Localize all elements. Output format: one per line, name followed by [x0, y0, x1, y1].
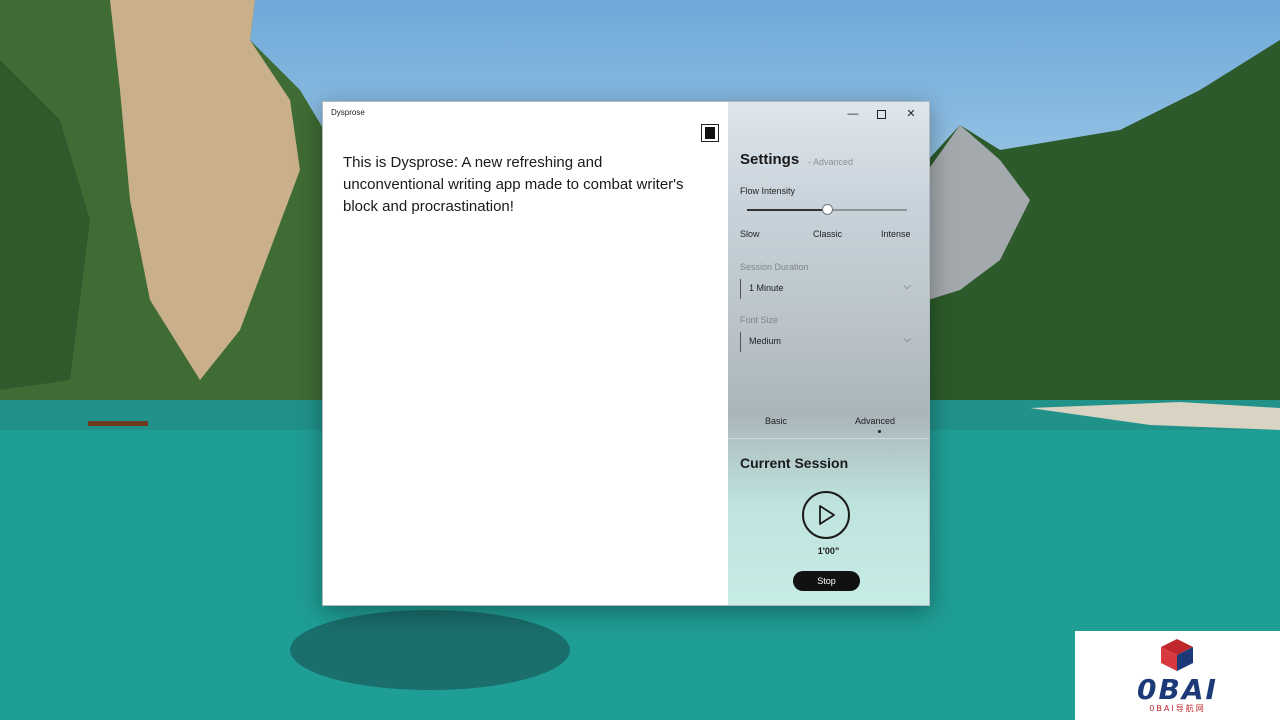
contrast-toggle-icon: [705, 127, 715, 139]
minimize-button[interactable]: —: [838, 106, 868, 122]
session-divider: [728, 438, 929, 439]
watermark-logo-text: 0BAI: [1137, 673, 1218, 706]
watermark-cube-icon: [1161, 639, 1193, 671]
session-duration-select[interactable]: 1 Minute ⌵: [740, 279, 917, 299]
settings-title: Settings: [740, 151, 800, 168]
watermark: 0BAI 0BAI导航网: [1075, 631, 1280, 720]
chevron-down-icon: ⌵: [903, 334, 911, 345]
flow-intensity-fill: [747, 209, 827, 211]
tick-intense: Intense: [881, 229, 911, 239]
stop-button[interactable]: Stop: [793, 571, 860, 591]
window-title: Dysprose: [331, 108, 365, 117]
tab-advanced[interactable]: Advanced: [855, 416, 895, 426]
app-window: Dysprose This is Dysprose: A new refresh…: [322, 101, 930, 606]
tick-classic: Classic: [813, 229, 843, 239]
tick-slow: Slow: [740, 229, 760, 239]
chevron-down-icon: ⌵: [903, 281, 911, 292]
tab-selected-indicator: [878, 430, 881, 433]
editor-area[interactable]: Dysprose This is Dysprose: A new refresh…: [323, 102, 728, 605]
close-button[interactable]: ✕: [896, 106, 926, 122]
font-size-label: Font Size: [740, 315, 779, 325]
maximize-icon: [876, 109, 886, 119]
session-duration-label: Session Duration: [740, 262, 809, 272]
tab-basic[interactable]: Basic: [765, 416, 787, 426]
watermark-subtext: 0BAI导航网: [1149, 704, 1206, 713]
current-session-title: Current Session: [740, 455, 849, 471]
theme-toggle-button[interactable]: [701, 124, 719, 142]
font-size-select[interactable]: Medium ⌵: [740, 332, 917, 352]
settings-pane: — ✕ Settings - Advanced Flow Intensity S…: [728, 102, 929, 605]
settings-subtitle: - Advanced: [808, 157, 854, 167]
maximize-button[interactable]: [866, 106, 896, 122]
play-button[interactable]: [802, 491, 850, 539]
font-size-value: Medium: [749, 336, 782, 346]
editor-text[interactable]: This is Dysprose: A new refreshing and u…: [343, 152, 693, 218]
session-duration-value: 1 Minute: [749, 283, 784, 293]
session-timer: 1'00": [817, 546, 840, 556]
play-icon: [819, 505, 835, 525]
flow-intensity-label: Flow Intensity: [740, 186, 796, 196]
flow-intensity-thumb[interactable]: [821, 204, 833, 215]
